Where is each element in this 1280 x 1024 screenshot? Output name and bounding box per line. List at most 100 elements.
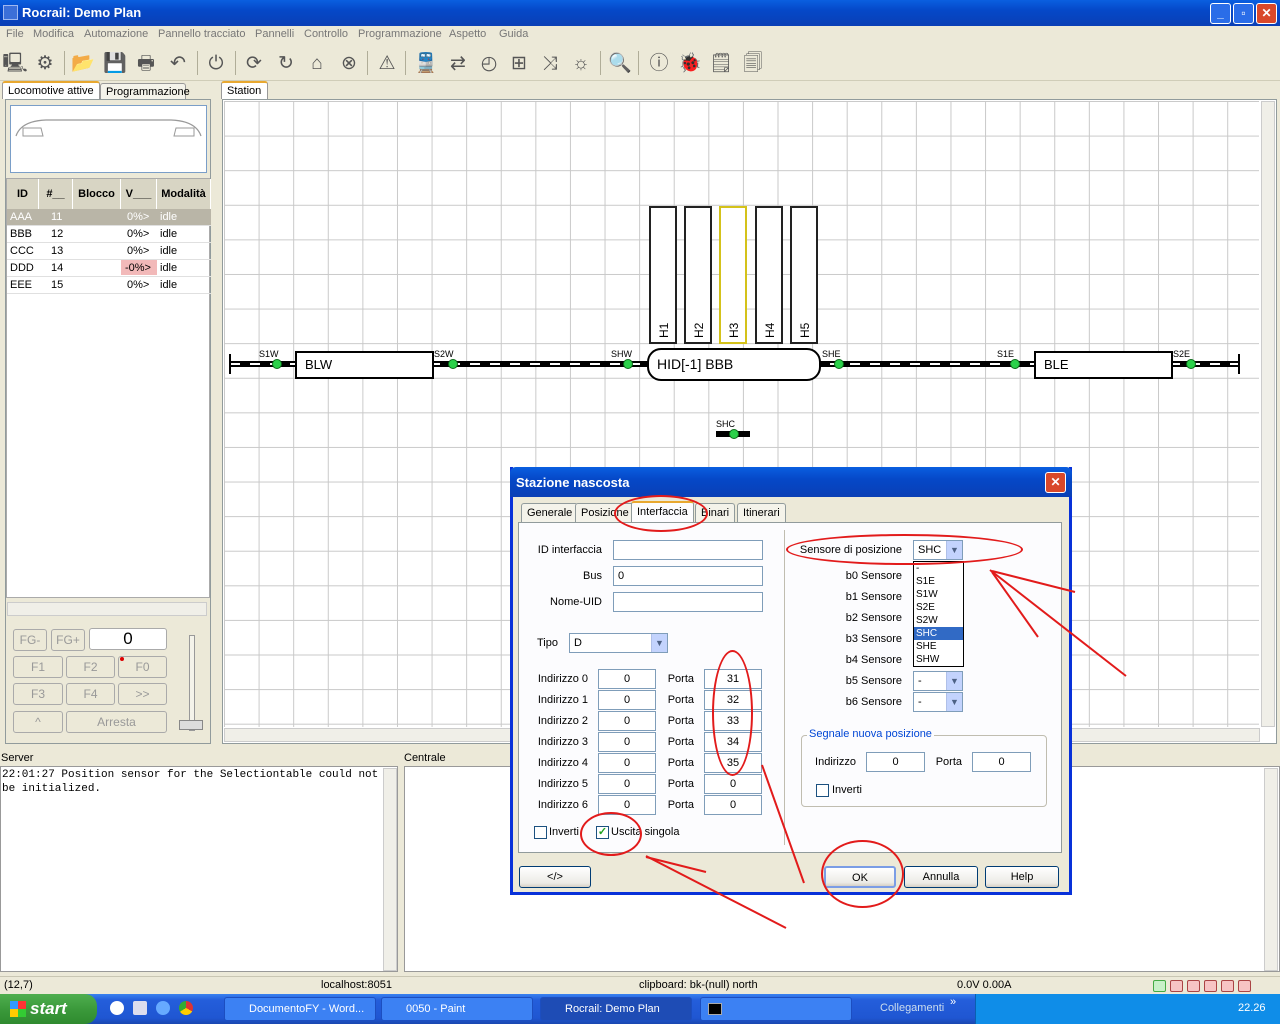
col-id[interactable]: ID — [7, 179, 39, 209]
document-icon[interactable]: 🗒 — [708, 51, 734, 77]
menu-aspetto[interactable]: Aspetto — [449, 28, 486, 40]
speed-slider[interactable] — [189, 635, 195, 731]
position-sensor-dropdown[interactable]: - S1E S1W S2E S2W SHC SHE SHW — [913, 561, 964, 667]
more-button[interactable]: >> — [118, 683, 167, 705]
block-blw[interactable]: BLW — [295, 351, 434, 379]
address-field[interactable]: 0 — [598, 753, 656, 773]
reset-icon[interactable]: ↻ — [273, 51, 299, 77]
block-hidden-station[interactable]: HID[-1] BBB — [647, 348, 821, 381]
power-icon[interactable]: ⏻ — [203, 51, 229, 77]
address-field[interactable]: 0 — [598, 669, 656, 689]
centrale-scrollbar[interactable] — [1264, 768, 1278, 971]
turnout-icon[interactable]: ⇄ — [445, 51, 471, 77]
sensor-s2e[interactable] — [1186, 359, 1196, 369]
chrome-icon[interactable] — [179, 1001, 193, 1015]
light-icon[interactable]: ☼ — [568, 51, 594, 77]
tab-generale[interactable]: Generale — [521, 503, 579, 522]
fg-plus-button[interactable]: FG+ — [51, 629, 85, 651]
port-field[interactable]: 0 — [704, 774, 762, 794]
server-scrollbar[interactable] — [383, 768, 397, 971]
sync-icon[interactable]: ⟳ — [241, 51, 267, 77]
settings-icon[interactable]: ⚙ — [32, 51, 58, 77]
table-row[interactable]: CCC 13 0%> idle — [7, 243, 211, 260]
invert-checkbox[interactable] — [534, 826, 547, 839]
table-row[interactable]: BBB 12 0%> idle — [7, 226, 211, 243]
menu-guida[interactable]: Guida — [499, 28, 528, 40]
f2-button[interactable]: F2 — [66, 656, 115, 678]
track-h1[interactable]: H1 — [649, 206, 677, 344]
f4-button[interactable]: F4 — [66, 683, 115, 705]
col-speed[interactable]: V___ — [121, 179, 157, 209]
dropdown-option-selected[interactable]: SHC — [914, 627, 963, 640]
plan-vertical-scrollbar[interactable] — [1261, 101, 1275, 727]
address-field[interactable]: 0 — [598, 711, 656, 731]
table-row[interactable]: EEE 15 0%> idle — [7, 277, 211, 294]
signal-address-field[interactable]: 0 — [866, 752, 925, 772]
warning-icon[interactable]: ⚠ — [374, 51, 400, 77]
quicklaunch-icon[interactable] — [110, 1001, 124, 1015]
id-interface-field[interactable] — [613, 540, 763, 560]
home-icon[interactable]: ⌂ — [304, 51, 330, 77]
task-console[interactable] — [700, 997, 852, 1021]
stop-button[interactable]: Arresta — [66, 711, 167, 733]
dropdown-option[interactable]: S2W — [914, 614, 963, 627]
address-field[interactable]: 0 — [598, 774, 656, 794]
close-button[interactable]: ✕ — [1256, 3, 1277, 24]
address-field[interactable]: 0 — [598, 732, 656, 752]
info-icon[interactable]: ⓘ — [646, 51, 672, 77]
bus-field[interactable]: 0 — [613, 566, 763, 586]
track-h2[interactable]: H2 — [684, 206, 712, 344]
menu-controllo[interactable]: Controllo — [304, 28, 348, 40]
track-h4[interactable]: H4 — [755, 206, 783, 344]
f1-button[interactable]: F1 — [13, 656, 63, 678]
col-number[interactable]: #__ — [39, 179, 73, 209]
xml-button[interactable]: </> — [519, 866, 591, 888]
uid-field[interactable] — [613, 592, 763, 612]
menu-programmazione[interactable]: Programmazione — [358, 28, 442, 40]
signal-invert-checkbox[interactable] — [816, 784, 829, 797]
address-field[interactable]: 0 — [598, 690, 656, 710]
menu-file[interactable]: File — [6, 28, 24, 40]
dropdown-option[interactable]: SHW — [914, 653, 963, 666]
shuffle-icon[interactable]: ⤨ — [537, 51, 563, 77]
col-block[interactable]: Blocco — [73, 179, 121, 209]
sensor-she[interactable] — [834, 359, 844, 369]
tab-itinerari[interactable]: Itinerari — [737, 503, 786, 522]
cancel-button[interactable]: Annulla — [904, 866, 978, 888]
task-paint[interactable]: 0050 - Paint — [381, 997, 533, 1021]
stop-icon[interactable]: ⊗ — [336, 51, 362, 77]
sensor-b6-select[interactable]: - ▼ — [913, 692, 963, 712]
search-icon[interactable]: 🔍 — [607, 51, 633, 77]
port-field[interactable]: 0 — [704, 795, 762, 815]
dropdown-option[interactable]: S1W — [914, 588, 963, 601]
task-rocrail[interactable]: Rocrail: Demo Plan — [540, 997, 692, 1021]
task-word[interactable]: DocumentoFY - Word... — [224, 997, 376, 1021]
sensor-b5-select[interactable]: - ▼ — [913, 671, 963, 691]
open-icon[interactable]: 📂 — [70, 51, 96, 77]
f3-button[interactable]: F3 — [13, 683, 63, 705]
menu-pannelli[interactable]: Pannelli — [255, 28, 294, 40]
locomotive-icon[interactable]: 🚆 — [413, 51, 439, 77]
bug-icon[interactable]: 🐞 — [677, 51, 703, 77]
track-h5[interactable]: H5 — [790, 206, 818, 344]
sensor-shc[interactable] — [729, 429, 739, 439]
tipo-select[interactable]: D ▼ — [569, 633, 668, 653]
clock-icon[interactable]: ◴ — [476, 51, 502, 77]
sensor-s1w[interactable] — [272, 359, 282, 369]
menu-pannello-tracciato[interactable]: Pannello tracciato — [158, 28, 245, 40]
links-chevron-icon[interactable]: » — [950, 996, 956, 1008]
maximize-button[interactable]: ▫ — [1233, 3, 1254, 24]
links-toolbar[interactable]: Collegamenti — [880, 1002, 944, 1014]
minimize-button[interactable]: _ — [1210, 3, 1231, 24]
sensor-s1e[interactable] — [1010, 359, 1020, 369]
speed-slider-thumb[interactable] — [179, 720, 203, 730]
tab-station[interactable]: Station — [221, 81, 268, 99]
dropdown-option[interactable]: SHE — [914, 640, 963, 653]
fg-minus-button[interactable]: FG- — [13, 629, 47, 651]
direction-button[interactable]: ^ — [13, 711, 63, 733]
pages-icon[interactable]: 🗐 — [740, 51, 766, 77]
menu-modifica[interactable]: Modifica — [33, 28, 74, 40]
signal-port-field[interactable]: 0 — [972, 752, 1031, 772]
tab-locomotive-attive[interactable]: Locomotive attive — [2, 81, 100, 99]
block-ble[interactable]: BLE — [1034, 351, 1173, 379]
